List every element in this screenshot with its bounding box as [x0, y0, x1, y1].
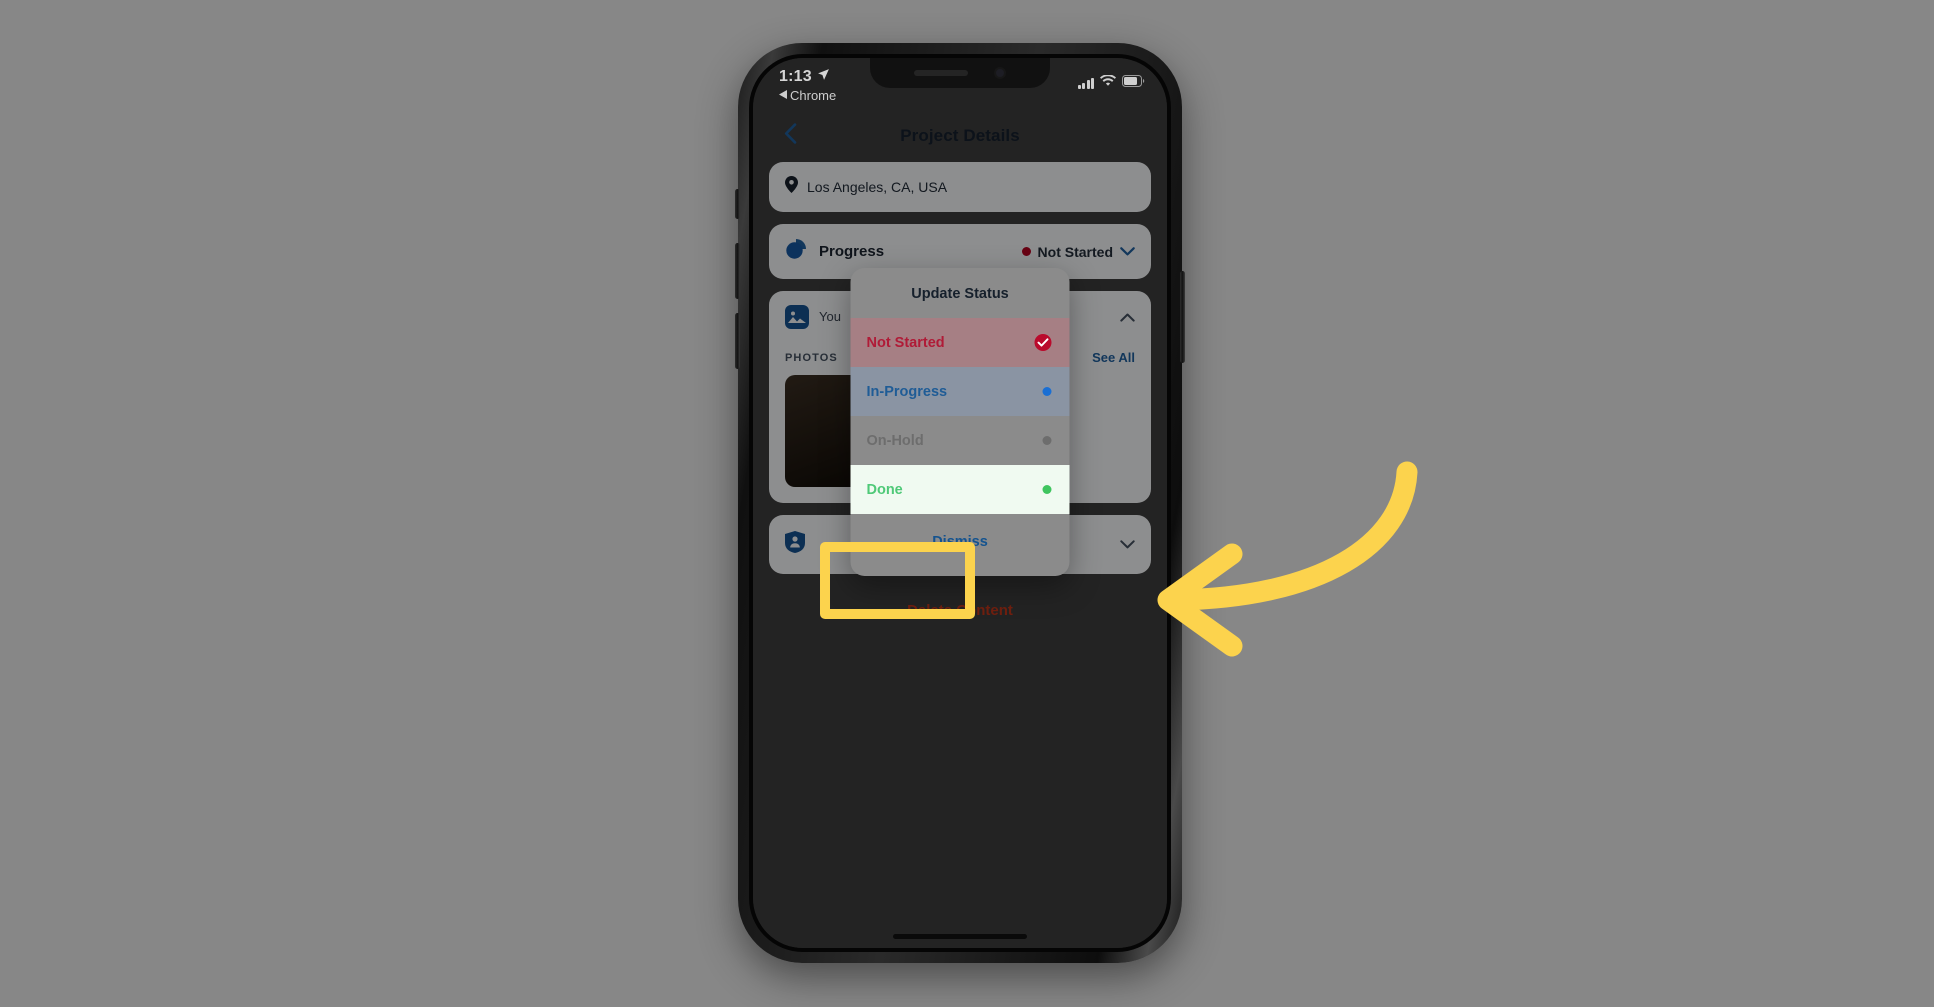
- status-option-label: On-Hold: [866, 432, 924, 449]
- phone-screen: 1:13 Chrome Project Details Los Angeles,…: [753, 58, 1167, 948]
- battery-icon: [1122, 74, 1145, 92]
- status-dot: [1042, 485, 1052, 494]
- notch: [870, 58, 1050, 88]
- status-option-label: Done: [866, 481, 903, 498]
- front-camera-icon: [994, 67, 1006, 79]
- status-bar-left: 1:13 Chrome: [779, 68, 836, 104]
- earpiece-speaker-icon: [914, 70, 968, 76]
- status-option-not-started[interactable]: Not Started: [850, 318, 1070, 367]
- status-time: 1:13: [779, 68, 812, 85]
- status-option-on-hold[interactable]: On-Hold: [850, 416, 1070, 465]
- cellular-signal-icon: [1077, 77, 1094, 89]
- status-time-row: 1:13: [779, 68, 836, 86]
- check-circle-icon: [1034, 334, 1052, 351]
- volume-up-button[interactable]: [735, 243, 740, 299]
- mute-switch[interactable]: [735, 189, 740, 219]
- power-button[interactable]: [1180, 271, 1185, 363]
- status-option-in-progress[interactable]: In-Progress: [850, 367, 1070, 416]
- modal-title: Update Status: [911, 286, 1009, 302]
- back-to-app-button[interactable]: Chrome: [779, 86, 836, 104]
- location-arrow-icon: [817, 68, 830, 86]
- status-dot: [1042, 436, 1052, 445]
- status-option-label: Not Started: [866, 334, 945, 351]
- back-app-label: Chrome: [790, 87, 837, 103]
- update-status-modal: Update Status Not Started In-Progress On…: [850, 268, 1070, 576]
- back-triangle-icon: [779, 86, 787, 104]
- status-dot: [1042, 387, 1052, 396]
- status-option-done[interactable]: Done: [850, 465, 1070, 514]
- wifi-icon: [1100, 74, 1116, 92]
- volume-down-button[interactable]: [735, 313, 740, 369]
- status-bar-right: [1077, 74, 1146, 92]
- phone-frame: 1:13 Chrome Project Details Los Angeles,…: [735, 43, 1185, 963]
- home-indicator[interactable]: [893, 934, 1027, 939]
- status-option-label: In-Progress: [866, 383, 948, 400]
- curved-left-arrow-icon: [1120, 450, 1420, 675]
- phone-bezel: 1:13 Chrome Project Details Los Angeles,…: [749, 54, 1171, 952]
- dismiss-button[interactable]: Dismiss: [851, 514, 1070, 576]
